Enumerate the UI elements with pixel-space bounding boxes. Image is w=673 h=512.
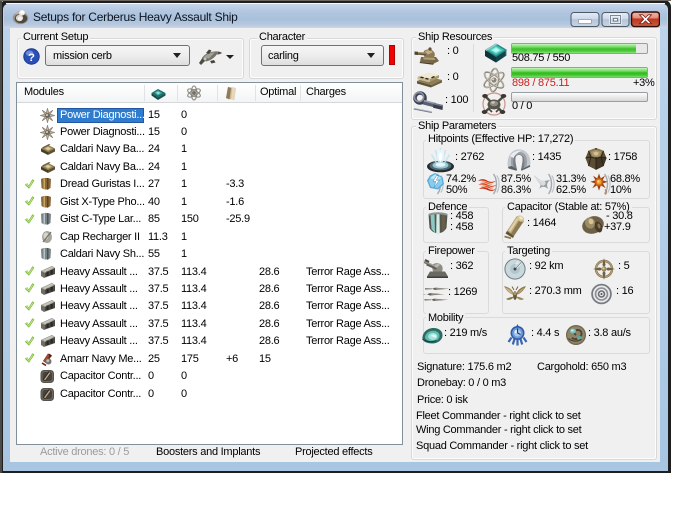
svg-text:?: ?: [28, 52, 35, 64]
